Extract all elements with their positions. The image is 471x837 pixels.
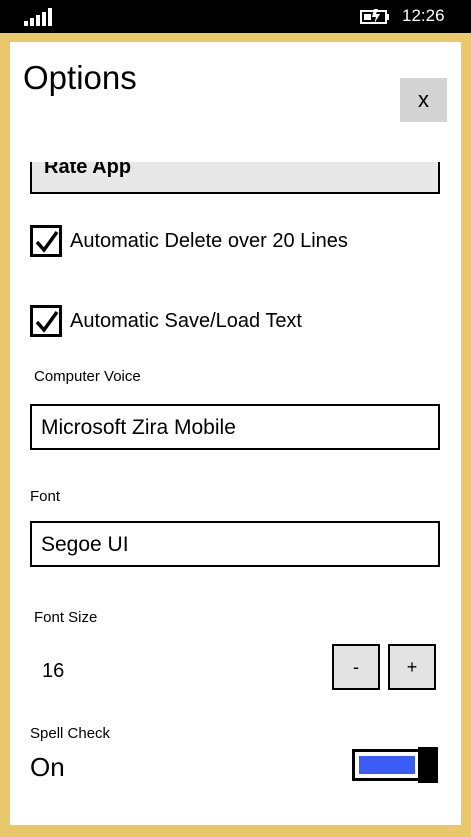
font-size-value: 16	[42, 660, 65, 682]
computer-voice-value: Microsoft Zira Mobile	[41, 416, 236, 439]
auto-save-label: Automatic Save/Load Text	[70, 309, 302, 332]
signal-icon	[24, 8, 54, 26]
status-bar: 12:26	[0, 0, 471, 33]
auto-delete-option[interactable]: Automatic Delete over 20 Lines	[30, 225, 348, 257]
font-size-increment-button[interactable]: +	[388, 644, 436, 690]
dialog-frame: Options x Rate App Automatic Delete over…	[0, 33, 471, 837]
checkmark-icon	[35, 230, 59, 253]
page-title: Options	[23, 59, 137, 96]
auto-save-option[interactable]: Automatic Save/Load Text	[30, 305, 302, 337]
auto-save-checkbox[interactable]	[30, 305, 62, 337]
font-label: Font	[30, 488, 61, 505]
checkmark-icon	[35, 310, 59, 333]
battery-charging-icon	[360, 8, 390, 25]
toggle-knob[interactable]	[418, 747, 438, 783]
computer-voice-select[interactable]: Microsoft Zira Mobile	[30, 404, 440, 450]
font-value: Segoe UI	[41, 533, 129, 556]
computer-voice-label: Computer Voice	[34, 368, 141, 385]
scroll-clip	[10, 122, 461, 162]
close-button[interactable]: x	[400, 78, 447, 122]
font-select[interactable]: Segoe UI	[30, 521, 440, 567]
toggle-fill	[359, 756, 415, 774]
clock: 12:26	[402, 6, 445, 25]
spell-check-toggle[interactable]	[352, 747, 438, 783]
options-panel: Options x Rate App Automatic Delete over…	[10, 42, 461, 825]
font-size-decrement-button[interactable]: -	[332, 644, 380, 690]
font-size-label: Font Size	[34, 609, 98, 626]
spell-check-label: Spell Check	[30, 725, 111, 742]
auto-delete-checkbox[interactable]	[30, 225, 62, 257]
spell-check-state: On	[30, 752, 65, 782]
auto-delete-label: Automatic Delete over 20 Lines	[70, 229, 348, 252]
toggle-track	[352, 749, 422, 781]
